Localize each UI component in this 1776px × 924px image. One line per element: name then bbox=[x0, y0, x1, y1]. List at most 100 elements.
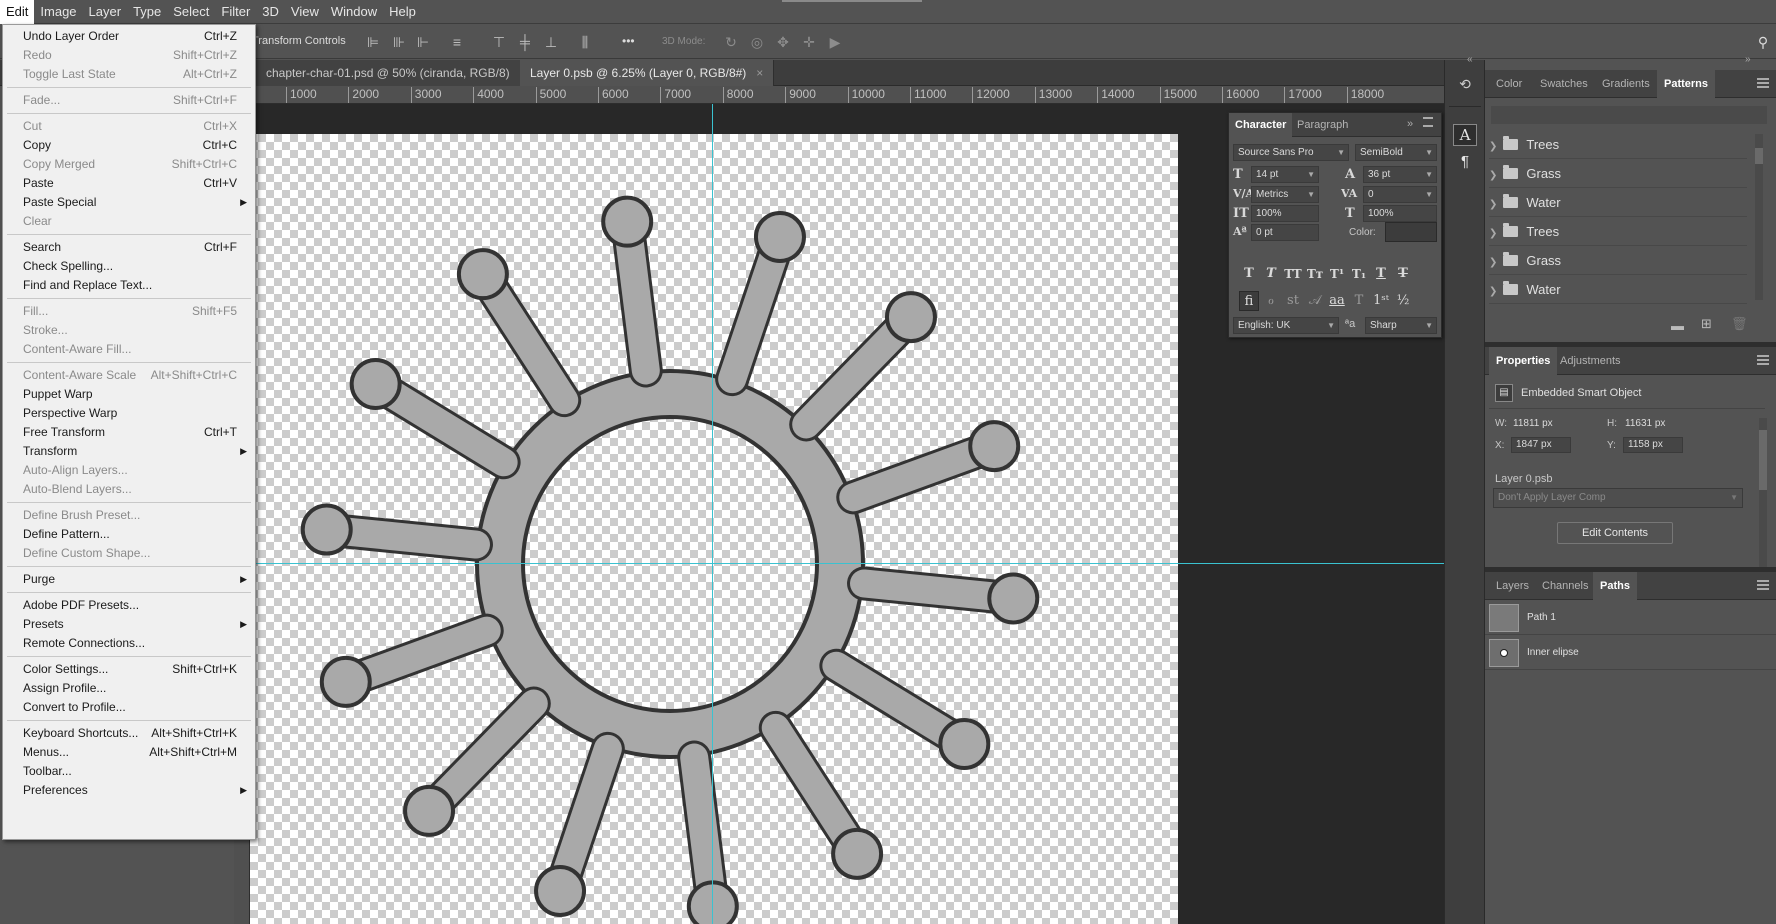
tab-channels[interactable]: Channels bbox=[1535, 572, 1595, 600]
document-canvas[interactable] bbox=[250, 134, 1178, 924]
stylistic-alternates-button[interactable]: aa bbox=[1327, 291, 1347, 311]
tab-character[interactable]: Character bbox=[1229, 113, 1293, 137]
menu-3d[interactable]: 3D bbox=[256, 0, 285, 24]
menu-item[interactable]: Find and Replace Text... bbox=[3, 276, 255, 295]
vertical-guide[interactable] bbox=[712, 104, 713, 924]
y-position-input[interactable]: 1158 px bbox=[1623, 437, 1683, 453]
align-right-icon[interactable]: ⊩ bbox=[414, 33, 432, 51]
old-style-button[interactable]: ℴ bbox=[1261, 291, 1281, 311]
tab-chapter-char[interactable]: chapter-char-01.psd @ 50% (ciranda, RGB/… bbox=[256, 60, 538, 86]
horizontal-scale-input[interactable]: 100% bbox=[1363, 205, 1437, 222]
tab-gradients[interactable]: Gradients bbox=[1595, 70, 1657, 98]
align-top-icon[interactable]: ⊤ bbox=[490, 33, 508, 51]
all-caps-button[interactable]: TT bbox=[1283, 265, 1303, 283]
menu-type[interactable]: Type bbox=[127, 0, 167, 24]
list-item[interactable]: ❯ Grass bbox=[1489, 159, 1747, 188]
panel-menu-icon[interactable] bbox=[1423, 117, 1433, 127]
history-icon[interactable]: ⟲ bbox=[1455, 76, 1475, 96]
menu-item[interactable]: Check Spelling... bbox=[3, 257, 255, 276]
subscript-button[interactable]: T₁ bbox=[1349, 265, 1369, 283]
font-size-select[interactable]: 14 pt ▼ bbox=[1251, 166, 1319, 183]
menu-item[interactable]: Adobe PDF Presets... bbox=[3, 596, 255, 615]
character-panel-icon[interactable]: A bbox=[1453, 124, 1477, 146]
distribute-vertical-icon[interactable]: ⫼ bbox=[576, 33, 594, 51]
tab-layers[interactable]: Layers bbox=[1489, 572, 1536, 600]
small-caps-button[interactable]: Tт bbox=[1305, 265, 1325, 283]
trash-icon[interactable]: 🗑 bbox=[1731, 316, 1748, 332]
menu-view[interactable]: View bbox=[285, 0, 325, 24]
menu-item[interactable]: Convert to Profile... bbox=[3, 698, 255, 717]
text-color-swatch[interactable] bbox=[1385, 222, 1437, 242]
height-value[interactable]: 11631 px bbox=[1625, 418, 1665, 429]
properties-scrollbar[interactable] bbox=[1759, 418, 1767, 568]
faux-bold-button[interactable]: T bbox=[1239, 265, 1259, 283]
chevron-right-icon[interactable]: ❯ bbox=[1489, 199, 1497, 210]
discretionary-ligatures-button[interactable]: st bbox=[1283, 291, 1303, 311]
faux-italic-button[interactable]: T bbox=[1261, 265, 1281, 283]
x-position-input[interactable]: 1847 px bbox=[1511, 437, 1571, 453]
align-center-icon[interactable]: ⊪ bbox=[390, 33, 408, 51]
list-item[interactable]: ❯ Trees bbox=[1489, 217, 1747, 246]
panel-menu-icon[interactable] bbox=[1757, 580, 1769, 590]
menu-item[interactable]: Keyboard Shortcuts... Alt+Shift+Ctrl+K bbox=[3, 724, 255, 743]
menu-item[interactable]: Define Pattern... bbox=[3, 525, 255, 544]
fractions-button[interactable]: ½ bbox=[1393, 291, 1413, 311]
path-row[interactable]: Inner elipse bbox=[1485, 636, 1776, 670]
list-item[interactable]: ❯ Water bbox=[1489, 275, 1747, 304]
list-item[interactable]: ❯ Water bbox=[1489, 188, 1747, 217]
edit-contents-button[interactable]: Edit Contents bbox=[1557, 522, 1673, 544]
chevron-right-icon[interactable]: ❯ bbox=[1489, 141, 1497, 152]
3d-camera-icon[interactable]: ▶ bbox=[826, 33, 844, 51]
menu-filter[interactable]: Filter bbox=[215, 0, 256, 24]
menu-item[interactable]: Puppet Warp bbox=[3, 385, 255, 404]
patterns-scrollbar[interactable] bbox=[1755, 134, 1763, 300]
menu-item[interactable]: Transform ▶ bbox=[3, 442, 255, 461]
menu-item[interactable]: Paste Special ▶ bbox=[3, 193, 255, 212]
horizontal-ruler[interactable]: 1000 2000 3000 4000 5000 6000 7000 8000 9000 1000… bbox=[250, 86, 1444, 104]
menu-image[interactable]: Image bbox=[34, 0, 82, 24]
expand-panels-icon[interactable]: « bbox=[1467, 54, 1473, 65]
menu-edit[interactable]: Edit bbox=[0, 0, 35, 24]
width-value[interactable]: 11811 px bbox=[1513, 418, 1553, 429]
scrollbar-thumb[interactable] bbox=[1755, 148, 1763, 164]
search-icon[interactable]: ⚲ bbox=[1754, 33, 1772, 51]
chevron-right-icon[interactable]: ❯ bbox=[1489, 228, 1497, 239]
patterns-search-field[interactable] bbox=[1491, 106, 1767, 124]
menu-item[interactable]: Presets ▶ bbox=[3, 615, 255, 634]
menu-layer[interactable]: Layer bbox=[83, 0, 128, 24]
tab-color[interactable]: Color bbox=[1489, 70, 1529, 98]
baseline-shift-input[interactable]: 0 pt bbox=[1251, 224, 1319, 241]
new-group-icon[interactable]: ▬ bbox=[1671, 318, 1684, 333]
scrollbar-thumb[interactable] bbox=[1759, 430, 1767, 490]
panel-menu-icon[interactable] bbox=[1757, 78, 1769, 88]
path-row[interactable]: Path 1 bbox=[1485, 601, 1776, 635]
paragraph-panel-icon[interactable]: ¶ bbox=[1453, 152, 1477, 174]
3d-pan-icon[interactable]: ✥ bbox=[774, 33, 792, 51]
swash-button[interactable]: 𝒜 bbox=[1305, 291, 1325, 311]
tab-paths[interactable]: Paths bbox=[1593, 572, 1637, 600]
tab-adjustments[interactable]: Adjustments bbox=[1553, 347, 1628, 375]
3d-slide-icon[interactable]: ✛ bbox=[800, 33, 818, 51]
menu-item[interactable]: Copy Ctrl+C bbox=[3, 136, 255, 155]
menu-help[interactable]: Help bbox=[383, 0, 422, 24]
distribute-icon[interactable]: ≡ bbox=[448, 33, 466, 51]
menu-select[interactable]: Select bbox=[167, 0, 215, 24]
horizontal-guide[interactable] bbox=[250, 563, 1444, 564]
menu-item[interactable]: Search Ctrl+F bbox=[3, 238, 255, 257]
3d-orbit-icon[interactable]: ↻ bbox=[722, 33, 740, 51]
new-pattern-icon[interactable]: ⊞ bbox=[1701, 316, 1712, 332]
tab-paragraph[interactable]: Paragraph bbox=[1297, 113, 1348, 137]
menu-item[interactable]: Preferences ▶ bbox=[3, 781, 255, 800]
collapse-dock-icon[interactable]: » bbox=[1745, 54, 1751, 65]
menu-item[interactable]: Remote Connections... bbox=[3, 634, 255, 653]
chevron-right-icon[interactable]: ❯ bbox=[1489, 170, 1497, 181]
3d-roll-icon[interactable]: ◎ bbox=[748, 33, 766, 51]
chevron-right-icon[interactable]: ❯ bbox=[1489, 286, 1497, 297]
more-options-icon[interactable]: ••• bbox=[622, 34, 635, 48]
list-item[interactable]: ❯ Trees bbox=[1489, 130, 1747, 159]
menu-item[interactable]: Color Settings... Shift+Ctrl+K bbox=[3, 660, 255, 679]
font-family-select[interactable]: Source Sans Pro ▼ bbox=[1233, 144, 1349, 161]
font-style-select[interactable]: SemiBold ▼ bbox=[1355, 144, 1437, 161]
menu-window[interactable]: Window bbox=[325, 0, 383, 24]
strikethrough-button[interactable]: T bbox=[1393, 265, 1413, 283]
